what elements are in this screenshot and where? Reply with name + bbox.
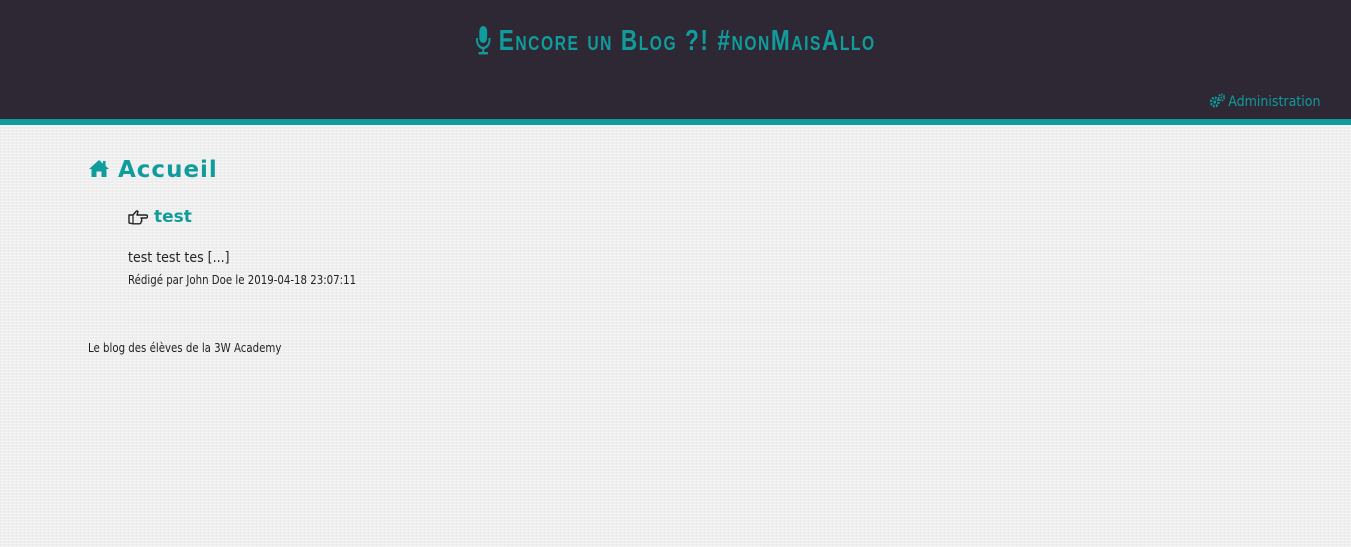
home-icon	[88, 158, 110, 184]
site-title[interactable]: Encore un Blog ?! #nonMaisAllo	[149, 25, 1203, 63]
post-meta: Rédigé par John Doe le 2019-04-18 23:07:…	[128, 273, 357, 287]
post-item: test test test tes [...] Rédigé par John…	[128, 207, 356, 287]
administration-link[interactable]: Administration	[1209, 93, 1320, 112]
post-title-text: test	[154, 207, 192, 227]
hand-pointing-right-icon	[128, 209, 149, 230]
site-title-text: Encore un Blog ?! #nonMaisAllo	[498, 25, 876, 57]
site-header: Encore un Blog ?! #nonMaisAllo Administr…	[0, 0, 1351, 125]
footer-text: Le blog des élèves de la 3W Academy	[88, 341, 282, 355]
page-title: Accueil	[88, 157, 218, 184]
post-title-link[interactable]: test	[128, 207, 192, 227]
post-excerpt: test test tes [...]	[128, 250, 230, 266]
page-title-text: Accueil	[118, 157, 218, 183]
microphone-icon	[475, 25, 491, 63]
administration-label: Administration	[1227, 94, 1320, 110]
cogs-icon	[1209, 93, 1225, 112]
